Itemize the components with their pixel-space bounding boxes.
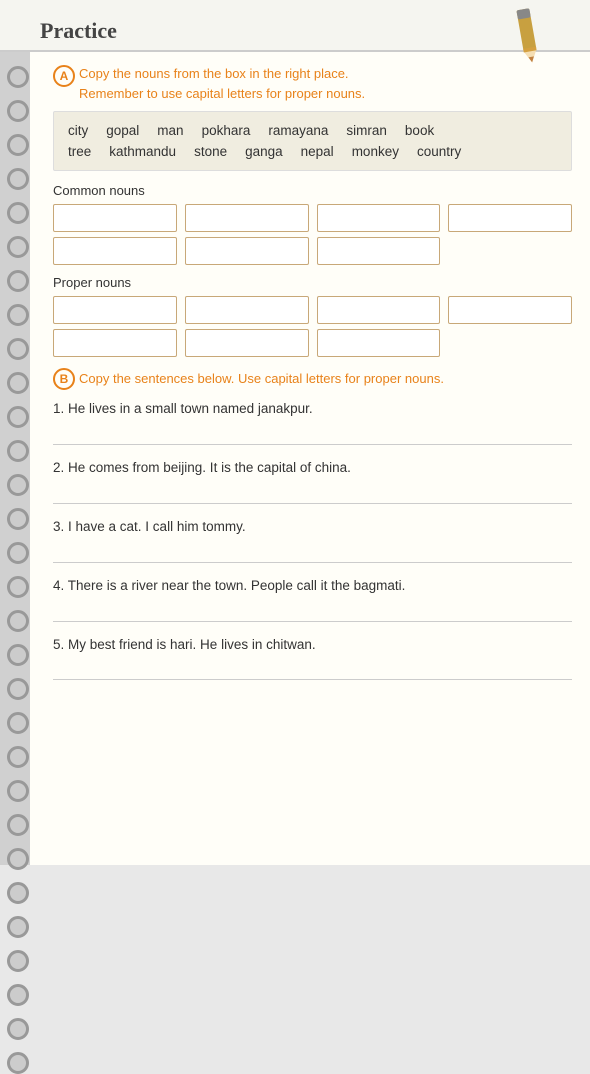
spiral-ring [7, 474, 29, 496]
spiral-ring [7, 576, 29, 598]
section-a-instruction: Copy the nouns from the box in the right… [79, 64, 365, 103]
sentence-item-2: 2. He comes from beijing. It is the capi… [53, 459, 572, 504]
spiral-ring [7, 610, 29, 632]
spiral-ring [7, 882, 29, 904]
proper-noun-box-4[interactable] [448, 296, 572, 324]
spiral-ring [7, 202, 29, 224]
common-noun-box-6[interactable] [185, 237, 309, 265]
spiral-ring [7, 746, 29, 768]
spiral-ring [7, 100, 29, 122]
common-noun-box-1[interactable] [53, 204, 177, 232]
section-b-instruction: Copy the sentences below. Use capital le… [79, 371, 444, 386]
proper-noun-box-7[interactable] [317, 329, 441, 357]
word-row-2: tree kathmandu stone ganga nepal monkey … [68, 141, 557, 162]
word-man: man [157, 123, 183, 138]
word-box: city gopal man pokhara ramayana simran b… [53, 111, 572, 171]
content-area: A Copy the nouns from the box in the rig… [35, 52, 590, 865]
proper-nouns-row-1 [53, 296, 572, 324]
spiral-ring [7, 134, 29, 156]
word-ramayana: ramayana [268, 123, 328, 138]
page-title: Practice [40, 18, 117, 44]
common-noun-box-4[interactable] [448, 204, 572, 232]
write-line-5 [53, 660, 572, 680]
word-tree: tree [68, 144, 91, 159]
word-nepal: nepal [301, 144, 334, 159]
spiral-ring [7, 338, 29, 360]
proper-noun-box-5[interactable] [53, 329, 177, 357]
word-stone: stone [194, 144, 227, 159]
sentence-text-2: 2. He comes from beijing. It is the capi… [53, 459, 572, 478]
spiral-ring [7, 678, 29, 700]
word-simran: simran [346, 123, 387, 138]
spiral-ring [7, 814, 29, 836]
spiral-ring [7, 542, 29, 564]
proper-nouns-section: Proper nouns [53, 275, 572, 357]
spiral-ring [7, 304, 29, 326]
word-kathmandu: kathmandu [109, 144, 176, 159]
section-b-badge: B [53, 368, 75, 390]
spiral-ring [7, 780, 29, 802]
instruction-line1: Copy the nouns from the box in the right… [79, 66, 349, 81]
sentence-item-1: 1. He lives in a small town named janakp… [53, 400, 572, 445]
write-line-3 [53, 543, 572, 563]
proper-noun-box-6[interactable] [185, 329, 309, 357]
proper-noun-box-1[interactable] [53, 296, 177, 324]
common-nouns-section: Common nouns [53, 183, 572, 265]
spiral-ring [7, 440, 29, 462]
section-a-header: A Copy the nouns from the box in the rig… [53, 64, 572, 103]
section-b-header: B Copy the sentences below. Use capital … [53, 367, 572, 390]
write-line-1 [53, 425, 572, 445]
section-a-badge: A [53, 65, 75, 87]
word-country: country [417, 144, 461, 159]
instruction-line2: Remember to use capital letters for prop… [79, 86, 365, 101]
sentence-text-4: 4. There is a river near the town. Peopl… [53, 577, 572, 596]
word-city: city [68, 123, 88, 138]
spiral-ring [7, 950, 29, 972]
common-noun-box-2[interactable] [185, 204, 309, 232]
spiral-ring [7, 66, 29, 88]
spiral-ring [7, 712, 29, 734]
spiral-ring [7, 984, 29, 1006]
common-noun-box-3[interactable] [317, 204, 441, 232]
word-ganga: ganga [245, 144, 283, 159]
word-row-1: city gopal man pokhara ramayana simran b… [68, 120, 557, 141]
sentences-list: 1. He lives in a small town named janakp… [53, 400, 572, 680]
proper-nouns-label: Proper nouns [53, 275, 572, 290]
word-book: book [405, 123, 434, 138]
write-line-4 [53, 602, 572, 622]
sentence-item-4: 4. There is a river near the town. Peopl… [53, 577, 572, 622]
sentence-text-3: 3. I have a cat. I call him tommy. [53, 518, 572, 537]
common-nouns-grid [53, 204, 572, 265]
common-noun-box-5[interactable] [53, 237, 177, 265]
spiral-ring [7, 270, 29, 292]
spiral-ring [7, 406, 29, 428]
proper-noun-box-3[interactable] [317, 296, 441, 324]
proper-nouns-grid [53, 296, 572, 357]
common-noun-box-7[interactable] [317, 237, 441, 265]
sentence-text-1: 1. He lives in a small town named janakp… [53, 400, 572, 419]
spiral-ring [7, 916, 29, 938]
write-line-2 [53, 484, 572, 504]
common-nouns-label: Common nouns [53, 183, 572, 198]
spiral-ring [7, 168, 29, 190]
word-gopal: gopal [106, 123, 139, 138]
sentence-item-3: 3. I have a cat. I call him tommy. [53, 518, 572, 563]
word-pokhara: pokhara [202, 123, 251, 138]
common-nouns-row-2 [53, 237, 572, 265]
spiral-ring [7, 644, 29, 666]
spiral-ring [7, 236, 29, 258]
spiral-ring [7, 848, 29, 870]
sentence-text-5: 5. My best friend is hari. He lives in c… [53, 636, 572, 655]
spiral-ring [7, 508, 29, 530]
word-monkey: monkey [352, 144, 399, 159]
spiral-ring [7, 1018, 29, 1040]
proper-noun-box-2[interactable] [185, 296, 309, 324]
spiral-ring [7, 1052, 29, 1074]
common-nouns-row-1 [53, 204, 572, 232]
proper-nouns-row-2 [53, 329, 572, 357]
sentence-item-5: 5. My best friend is hari. He lives in c… [53, 636, 572, 681]
spiral-ring [7, 372, 29, 394]
